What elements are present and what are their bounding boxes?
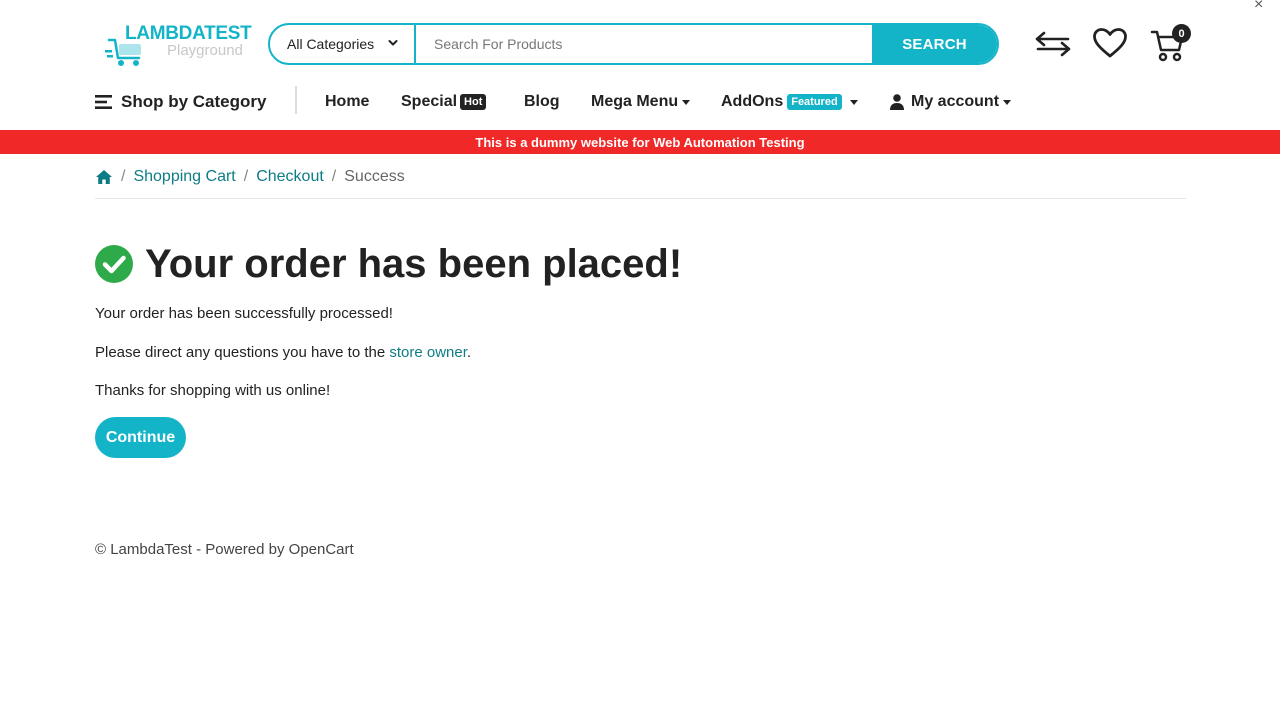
user-icon (890, 94, 904, 110)
footer-copyright: © LambdaTest - Powered by OpenCart (95, 541, 354, 558)
breadcrumb: / Shopping Cart / Checkout / Success (95, 166, 405, 188)
page-heading: Your order has been placed! (95, 240, 682, 288)
logo-text: LAMBDATEST (125, 23, 252, 44)
logo-subtext: Playground (167, 42, 243, 59)
header: LAMBDATEST Playground All Categories SEA… (0, 0, 1280, 88)
search-input[interactable] (416, 25, 872, 63)
breadcrumb-separator: / (121, 168, 126, 185)
search-button[interactable]: SEARCH (872, 25, 997, 63)
nav-special[interactable]: Special Hot (401, 91, 487, 113)
nav-home[interactable]: Home (325, 91, 369, 113)
breadcrumb-divider (95, 198, 1186, 199)
category-select[interactable]: All Categories (270, 25, 416, 63)
order-processed-text: Your order has been successfully process… (95, 305, 393, 322)
close-icon[interactable]: × (1254, 0, 1263, 14)
breadcrumb-separator: / (243, 168, 249, 185)
breadcrumb-separator: / (331, 168, 337, 185)
nav-my-account[interactable]: My account (890, 91, 1012, 113)
caret-down-icon (682, 99, 691, 105)
store-owner-link[interactable]: store owner (389, 344, 467, 361)
thanks-text: Thanks for shopping with us online! (95, 382, 331, 399)
nav-divider (295, 86, 297, 114)
breadcrumb-checkout[interactable]: Checkout (256, 168, 324, 186)
search-bar: All Categories SEARCH (268, 23, 999, 65)
nav-mega-menu-label: Mega Menu (591, 93, 679, 110)
nav-mega-menu[interactable]: Mega Menu (591, 91, 691, 113)
nav-blog[interactable]: Blog (524, 91, 560, 113)
continue-button[interactable]: Continue (95, 417, 186, 458)
nav-addons-label: AddOns (721, 93, 784, 110)
contact-text: Please direct any questions you have to … (95, 343, 471, 363)
breadcrumb-current: Success (344, 168, 405, 185)
chevron-down-icon (388, 40, 398, 46)
compare-icon[interactable] (1034, 29, 1072, 59)
shop-by-category-button[interactable]: Shop by Category (95, 91, 266, 113)
main-nav: Shop by Category Home Special Hot Blog M… (0, 84, 1280, 130)
category-select-value: All Categories (287, 36, 375, 52)
featured-badge: Featured (787, 94, 842, 110)
page-title: Your order has been placed! (145, 242, 683, 286)
nav-my-account-label: My account (911, 93, 1000, 110)
notice-banner: This is a dummy website for Web Automati… (0, 130, 1280, 154)
menu-bars-icon (95, 95, 112, 109)
home-icon[interactable] (95, 169, 113, 185)
nav-addons[interactable]: AddOns Featured (721, 91, 858, 113)
caret-down-icon (1003, 99, 1012, 105)
shop-by-category-label: Shop by Category (121, 92, 267, 111)
cart-count-badge: 0 (1172, 24, 1191, 43)
check-circle-icon (95, 245, 133, 283)
breadcrumb-shopping-cart[interactable]: Shopping Cart (133, 168, 235, 186)
contact-text-prefix: Please direct any questions you have to … (95, 344, 390, 361)
caret-down-icon (849, 99, 858, 105)
wishlist-heart-icon[interactable] (1092, 27, 1128, 59)
nav-special-label: Special (401, 93, 458, 110)
contact-text-suffix: . (466, 344, 472, 361)
hot-badge: Hot (460, 94, 487, 110)
logo[interactable]: LAMBDATEST Playground (105, 22, 252, 70)
